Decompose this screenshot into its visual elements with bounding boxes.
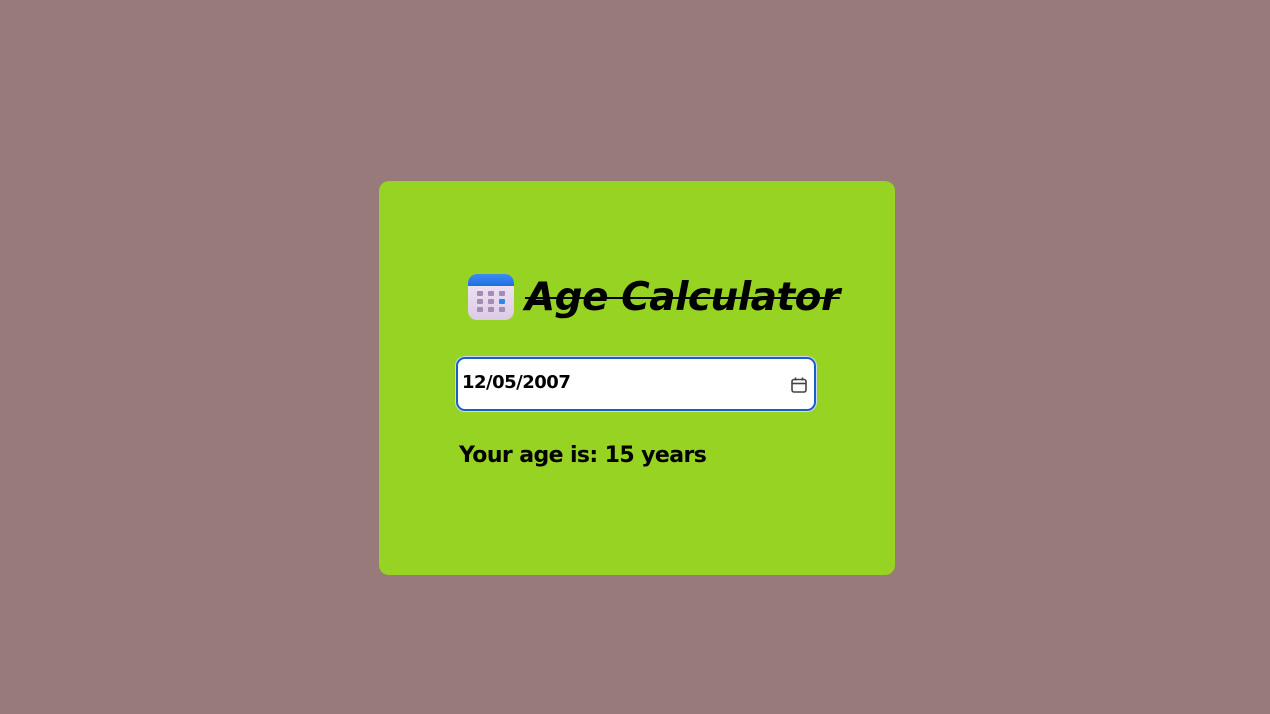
age-calculator-card: Age Calculator 12/05/2007 Your age is: 1…	[379, 181, 895, 575]
title-row: Age Calculator	[467, 271, 840, 323]
age-result: Your age is: 15 years	[459, 443, 707, 468]
birthdate-input[interactable]: 12/05/2007	[456, 357, 816, 411]
date-value[interactable]: 12/05/2007	[462, 372, 571, 393]
page-title: Age Calculator	[525, 274, 840, 320]
calendar-icon	[468, 274, 514, 320]
calendar-picker-icon[interactable]	[790, 376, 808, 394]
